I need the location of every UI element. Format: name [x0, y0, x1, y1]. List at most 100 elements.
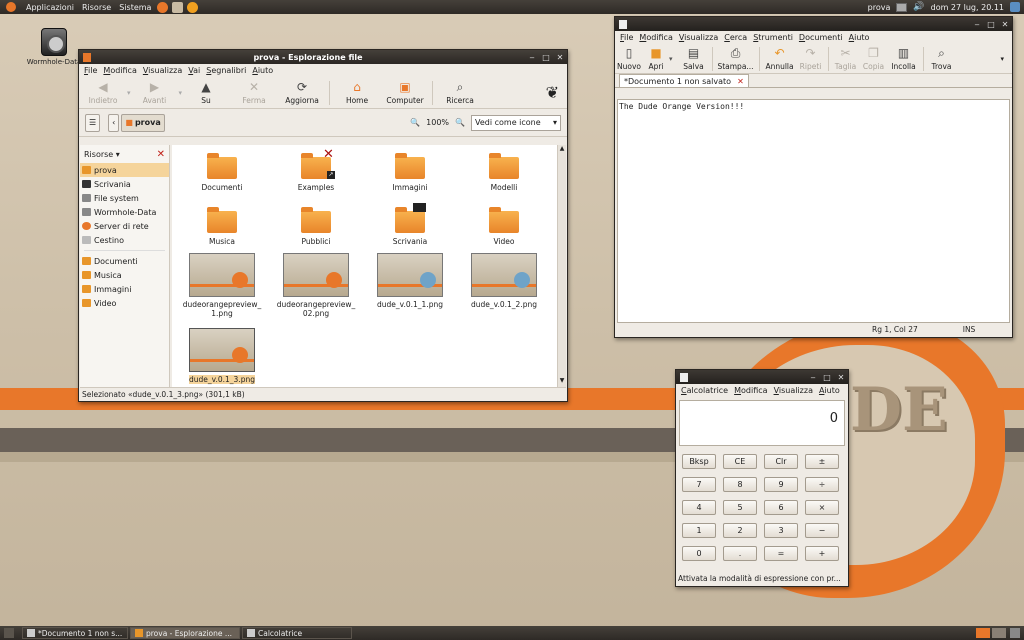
sidebar-item-prova[interactable]: prova [80, 163, 169, 177]
key-decimal[interactable]: . [723, 546, 757, 561]
file-item-dudeorangepreview-1[interactable]: dudeorangepreview_ 1.png [175, 253, 269, 318]
file-item-dudeorangepreview-02[interactable]: dudeorangepreview_ 02.png [269, 253, 363, 318]
applications-menu[interactable]: Applicazioni [22, 3, 78, 12]
save-button[interactable]: ▤ Salva [679, 46, 709, 71]
copy-button[interactable]: ❐ Copia [860, 46, 888, 71]
menu-help[interactable]: Aiuto [816, 386, 843, 395]
key-divide[interactable]: ÷ [805, 477, 839, 492]
sidebar-mode-select[interactable]: Risorse ▾ [84, 150, 120, 159]
key-equals[interactable]: = [764, 546, 798, 561]
key-6[interactable]: 6 [764, 500, 798, 515]
close-button[interactable]: ✕ [834, 373, 848, 382]
show-desktop-icon[interactable] [4, 628, 14, 638]
trash-applet-icon[interactable] [1010, 628, 1020, 638]
file-item-dude-v01-1[interactable]: dude_v.0.1_1.png [363, 253, 457, 309]
key-4[interactable]: 4 [682, 500, 716, 515]
sidebar-item-desktop[interactable]: Scrivania [80, 177, 169, 191]
file-item-immagini[interactable]: Immagini [363, 153, 457, 192]
find-button[interactable]: ⌕ Trova [927, 46, 957, 71]
close-button[interactable]: ✕ [553, 53, 567, 62]
file-item-video[interactable]: Video [457, 207, 551, 246]
menu-file[interactable]: File [617, 33, 636, 42]
menu-help[interactable]: Aiuto [249, 66, 276, 75]
key-subtract[interactable]: − [805, 523, 839, 538]
key-5[interactable]: 5 [723, 500, 757, 515]
text-editor-titlebar[interactable]: ‒ □ ✕ [615, 17, 1012, 31]
sidebar-item-videos[interactable]: Video [80, 296, 169, 310]
undo-button[interactable]: ↶ Annulla [763, 46, 797, 71]
key-8[interactable]: 8 [723, 477, 757, 492]
key-plus-minus[interactable]: ± [805, 454, 839, 469]
menu-view[interactable]: Visualizza [676, 33, 721, 42]
view-mode-select[interactable]: Vedi come icone ▾ [471, 114, 561, 131]
workspace-2[interactable] [992, 628, 1006, 638]
menu-view[interactable]: Visualizza [771, 386, 816, 395]
mail-launcher-icon[interactable] [172, 1, 184, 13]
menu-go[interactable]: Vai [185, 66, 203, 75]
taskbar-item-calculator[interactable]: Calcolatrice [242, 627, 352, 639]
key-7[interactable]: 7 [682, 477, 716, 492]
key-0[interactable]: 0 [682, 546, 716, 561]
update-notifier-icon[interactable] [1010, 2, 1020, 12]
menu-help[interactable]: Aiuto [846, 33, 873, 42]
key-clear-entry[interactable]: CE [723, 454, 757, 469]
open-recent-dropdown[interactable]: ▾ [669, 55, 673, 63]
menu-edit[interactable]: Modifica [731, 386, 770, 395]
desktop-icon-wormhole-data[interactable]: Wormhole-Data [26, 28, 82, 66]
network-icon[interactable] [896, 2, 908, 12]
open-button[interactable]: ■ Apri [643, 46, 669, 71]
menu-search[interactable]: Cerca [721, 33, 750, 42]
forward-button[interactable]: ▶ Avanti [131, 80, 179, 105]
breadcrumb-prova[interactable]: ■ prova [121, 113, 165, 132]
file-item-modelli[interactable]: Modelli [457, 153, 551, 192]
up-button[interactable]: ▲ Su [182, 80, 230, 105]
maximize-button[interactable]: □ [539, 53, 553, 62]
close-button[interactable]: ✕ [998, 20, 1012, 29]
sidebar-item-trash[interactable]: Cestino [80, 233, 169, 247]
key-add[interactable]: + [805, 546, 839, 561]
vertical-scrollbar[interactable]: ▲ ▼ [557, 145, 566, 387]
file-item-musica[interactable]: Musica [175, 207, 269, 246]
sidebar-item-wormhole-data[interactable]: Wormhole-Data [80, 205, 169, 219]
file-item-examples[interactable]: ✕ ↗ Examples [269, 147, 363, 192]
computer-button[interactable]: ▣ Computer [381, 80, 429, 105]
file-item-scrivania[interactable]: Scrivania [363, 203, 457, 246]
file-manager-titlebar[interactable]: prova - Esplorazione file ‒ □ ✕ [79, 50, 567, 64]
sidebar-item-documents[interactable]: Documenti [80, 254, 169, 268]
maximize-button[interactable]: □ [820, 373, 834, 382]
print-button[interactable]: ⎙ Stampa... [716, 46, 756, 71]
user-name[interactable]: prova [868, 3, 891, 12]
key-2[interactable]: 2 [723, 523, 757, 538]
file-item-dude-v01-2[interactable]: dude_v.0.1_2.png [457, 253, 551, 309]
help-launcher-icon[interactable] [187, 1, 199, 13]
minimize-button[interactable]: ‒ [806, 373, 820, 382]
key-3[interactable]: 3 [764, 523, 798, 538]
system-menu[interactable]: Sistema [115, 3, 155, 12]
calculator-titlebar[interactable]: ‒ □ ✕ [676, 370, 848, 384]
menu-tools[interactable]: Strumenti [750, 33, 796, 42]
places-menu[interactable]: Risorse [78, 3, 115, 12]
file-item-documenti[interactable]: Documenti [175, 153, 269, 192]
stop-button[interactable]: ✕ Ferma [230, 80, 278, 105]
menu-calculator[interactable]: Calcolatrice [678, 386, 731, 395]
redo-button[interactable]: ↷ Ripeti [797, 46, 825, 71]
breadcrumb-back-button[interactable]: ‹ [108, 113, 120, 132]
volume-icon[interactable]: 🔊 [913, 2, 924, 12]
toolbar-overflow-icon[interactable]: ▾ [1000, 55, 1004, 63]
key-multiply[interactable]: × [805, 500, 839, 515]
sidebar-item-pictures[interactable]: Immagini [80, 282, 169, 296]
search-button[interactable]: ⌕ Ricerca [436, 80, 484, 105]
menu-edit[interactable]: Modifica [636, 33, 675, 42]
taskbar-item-gedit[interactable]: *Documento 1 non s... [22, 627, 128, 639]
sidebar-item-filesystem[interactable]: File system [80, 191, 169, 205]
key-clear[interactable]: Clr [764, 454, 798, 469]
minimize-button[interactable]: ‒ [525, 53, 539, 62]
close-tab-icon[interactable]: ✕ [737, 77, 744, 86]
zoom-out-icon[interactable]: 🔍 [410, 118, 420, 127]
maximize-button[interactable]: □ [984, 20, 998, 29]
text-area[interactable]: The Dude Orange Version!!! [617, 99, 1010, 323]
paste-button[interactable]: ▥ Incolla [888, 46, 920, 71]
key-9[interactable]: 9 [764, 477, 798, 492]
reload-button[interactable]: ⟳ Aggiorna [278, 80, 326, 105]
sidebar-item-network[interactable]: Server di rete [80, 219, 169, 233]
